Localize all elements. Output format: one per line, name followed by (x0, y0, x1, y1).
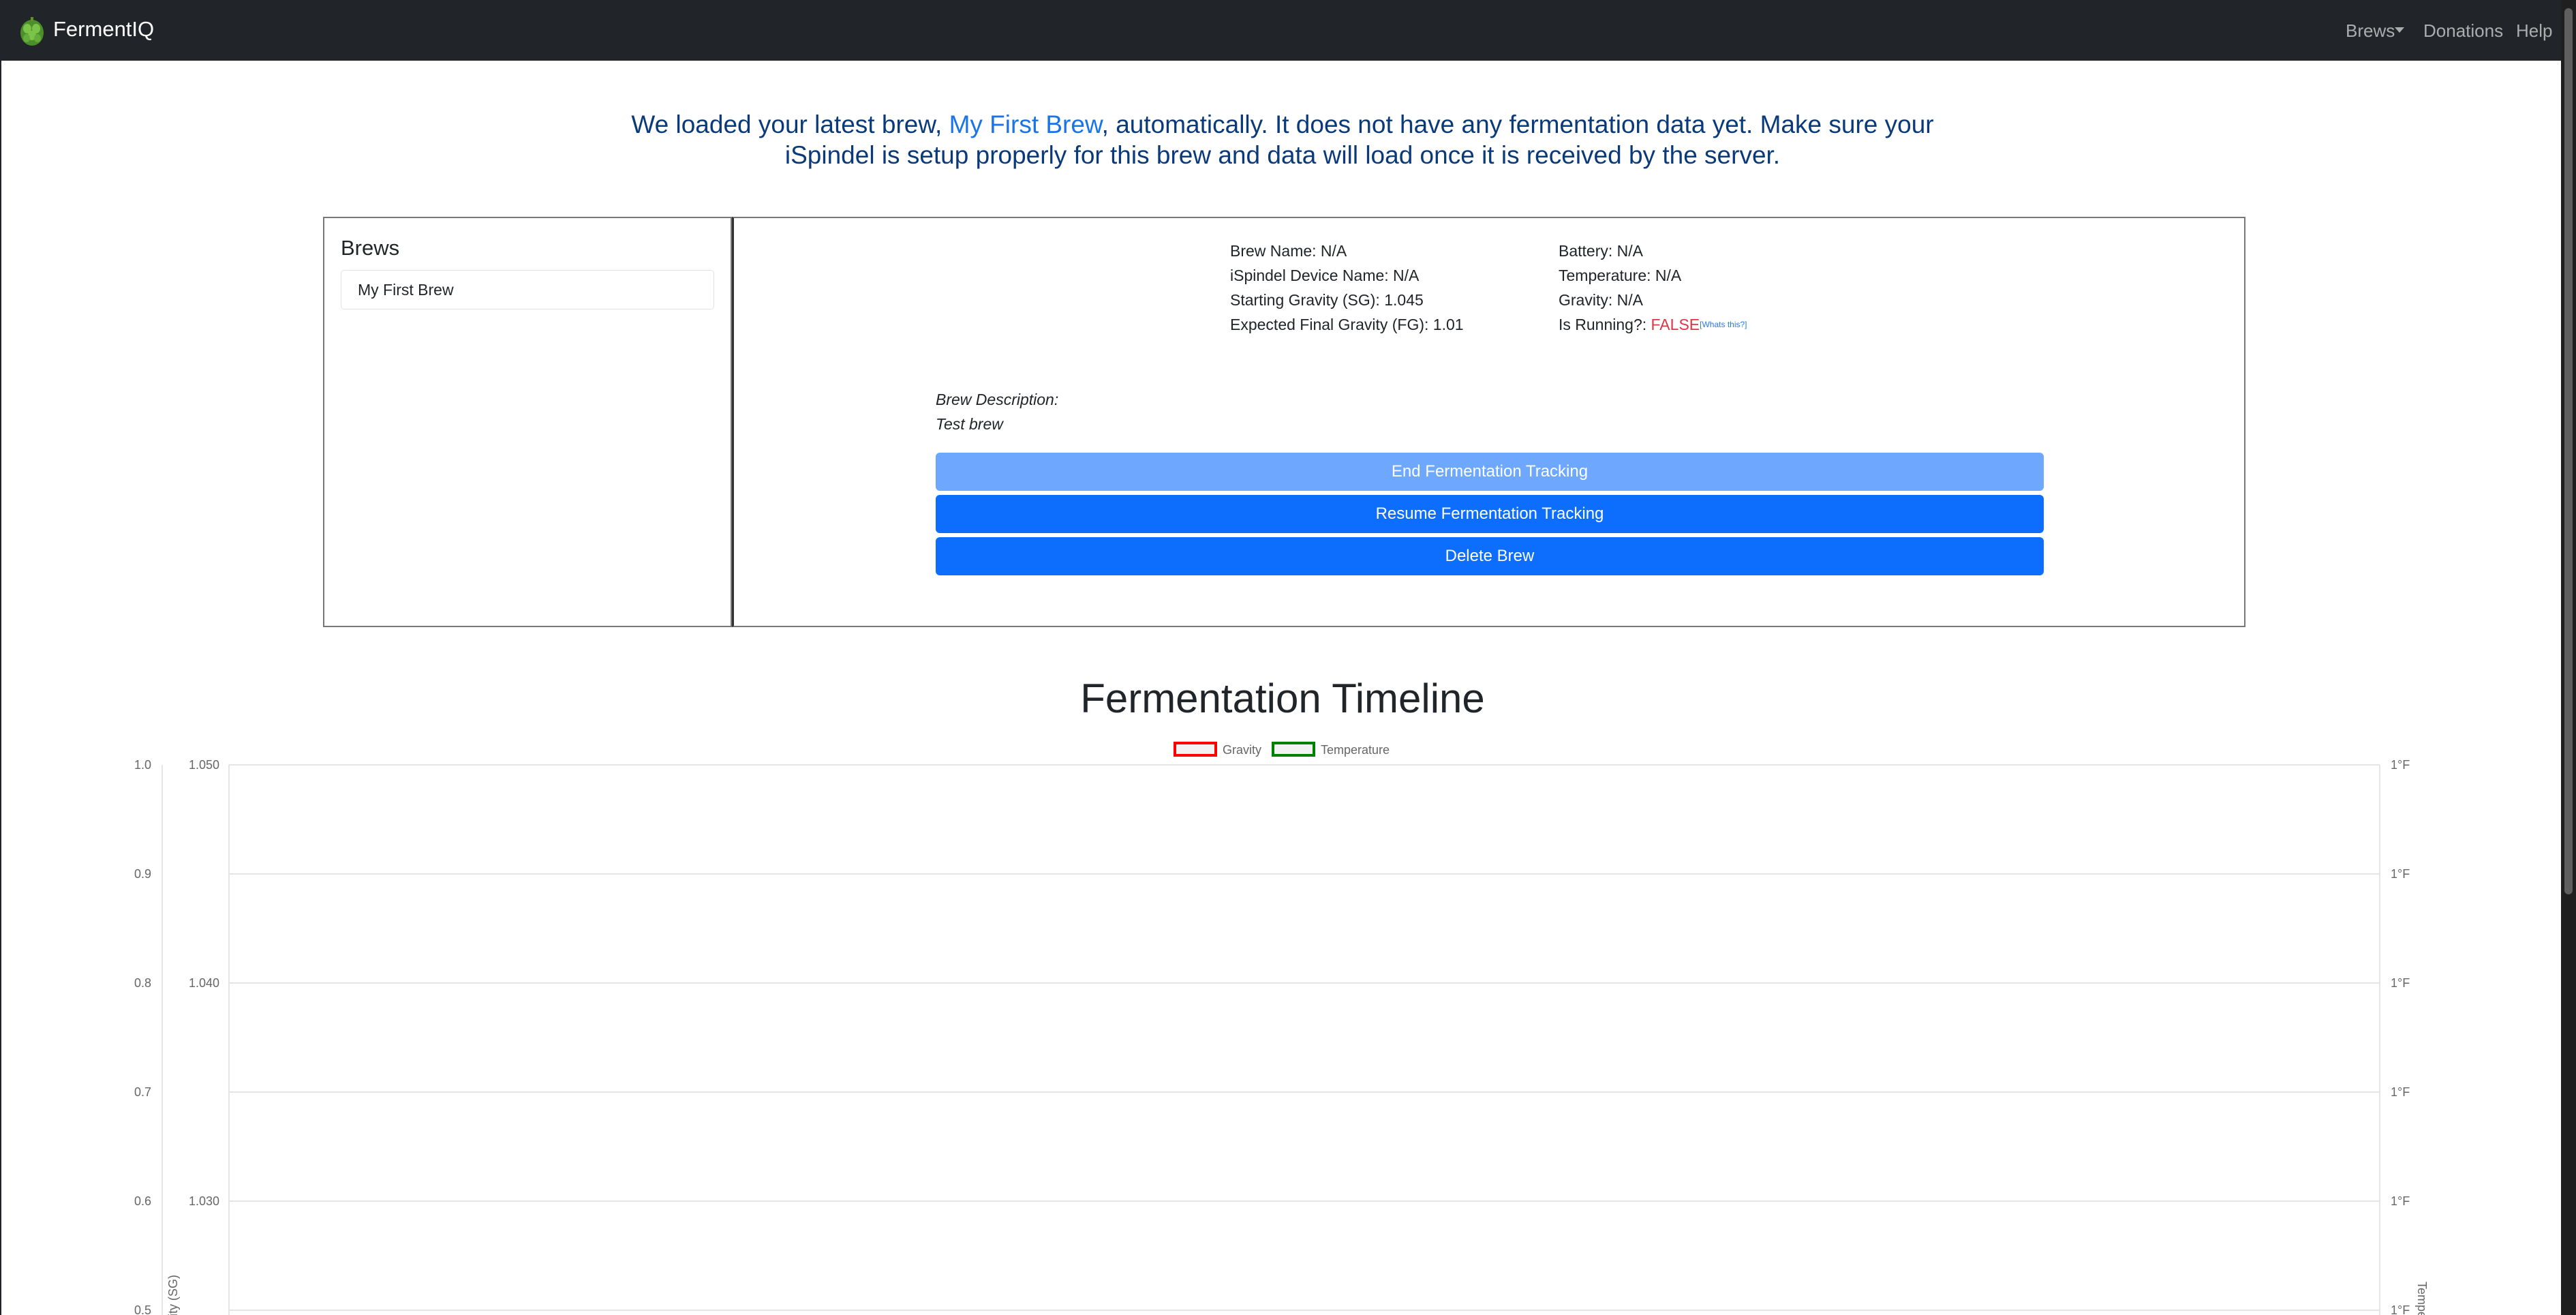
brews-panel: Brews My First Brew (323, 217, 732, 627)
alert-text-before: We loaded your latest brew, (631, 110, 949, 138)
y-right-tick: 1°F (2391, 1085, 2410, 1099)
y-right-axis-title: Temperature (2415, 1282, 2429, 1315)
y-right-tick: 1°F (2391, 976, 2410, 990)
battery-field: Battery: N/A (1559, 242, 1643, 260)
temperature-field: Temperature: N/A (1559, 267, 1682, 284)
legend-label-temperature: Temperature (1321, 743, 1390, 757)
brew-list-item[interactable]: My First Brew (341, 270, 714, 309)
y-left-outer-tick: 1.0 (134, 758, 151, 772)
starting-gravity-field: Starting Gravity (SG): 1.045 (1230, 291, 1424, 309)
y-left-outer-tick: 0.7 (134, 1085, 151, 1099)
brews-panel-title: Brews (341, 236, 400, 260)
y-left-outer-tick: 0.9 (134, 867, 151, 881)
navbar: FermentIQ Brews Donations Help (1, 0, 2561, 61)
y-right-tick: 1°F (2391, 867, 2410, 881)
scrollbar-thumb[interactable] (2564, 8, 2573, 894)
brew-name-field: Brew Name: N/A (1230, 242, 1347, 260)
whats-this-link[interactable]: [Whats this?] (1700, 320, 1747, 329)
resume-tracking-button[interactable]: Resume Fermentation Tracking (936, 495, 2044, 533)
legend-label-gravity: Gravity (1223, 743, 1261, 757)
caret-down-icon[interactable] (2395, 27, 2404, 33)
page: FermentIQ Brews Donations Help We loaded… (1, 0, 2561, 1315)
gravity-field: Gravity: N/A (1559, 291, 1643, 309)
y-left-gravity-tick: 1.040 (189, 976, 219, 990)
description-label: Brew Description: (936, 391, 1059, 408)
vertical-scrollbar[interactable] (2561, 0, 2576, 1315)
y-left-outer-tick: 0.5 (134, 1303, 151, 1315)
hop-logo-icon[interactable] (18, 16, 46, 46)
description-value: Test brew (936, 415, 1003, 433)
is-running-label: Is Running?: (1559, 316, 1651, 333)
y-left-outer-tick: 0.6 (134, 1194, 151, 1208)
legend-swatch-gravity (1174, 742, 1217, 757)
y-left-axis-title: Gravity (SG) (166, 1275, 180, 1315)
brew-info-right: Battery: N/A Temperature: N/A Gravity: N… (1559, 239, 1747, 337)
y-right-tick: 1°F (2391, 1194, 2410, 1208)
y-right-tick: 1°F (2391, 1303, 2410, 1315)
fermentation-chart: Gravity Temperature 1.0 0.9 0.8 0.7 0.6 0.5 1°F 1… (134, 742, 2429, 1315)
nav-brews-dropdown[interactable]: Brews (2346, 19, 2395, 42)
end-tracking-button[interactable]: End Fermentation Tracking (936, 453, 2044, 491)
nav-help[interactable]: Help (2516, 19, 2552, 42)
is-running-field: Is Running?: FALSE[Whats this?] (1559, 312, 1747, 337)
brand-name[interactable]: FermentIQ (53, 16, 154, 43)
device-name-field: iSpindel Device Name: N/A (1230, 267, 1420, 284)
y-left-outer-tick: 0.8 (134, 976, 151, 990)
brew-detail-panel: Brew Name: N/A iSpindel Device Name: N/A… (732, 217, 2245, 627)
y-right-tick: 1°F (2391, 758, 2410, 772)
is-running-value: FALSE (1651, 316, 1700, 333)
info-alert: We loaded your latest brew, My First Bre… (587, 109, 1978, 170)
brew-info-left: Brew Name: N/A iSpindel Device Name: N/A… (1230, 239, 1464, 337)
y-left-gravity-tick: 1.030 (189, 1194, 219, 1208)
nav-donations[interactable]: Donations (2423, 19, 2503, 42)
chart-title: Fermentation Timeline (1080, 676, 1485, 721)
final-gravity-field: Expected Final Gravity (FG): 1.01 (1230, 316, 1464, 333)
delete-brew-button[interactable]: Delete Brew (936, 537, 2044, 575)
legend-swatch-temperature (1272, 742, 1315, 757)
y-left-gravity-tick: 1.050 (189, 758, 219, 772)
latest-brew-link[interactable]: My First Brew (949, 110, 1102, 138)
